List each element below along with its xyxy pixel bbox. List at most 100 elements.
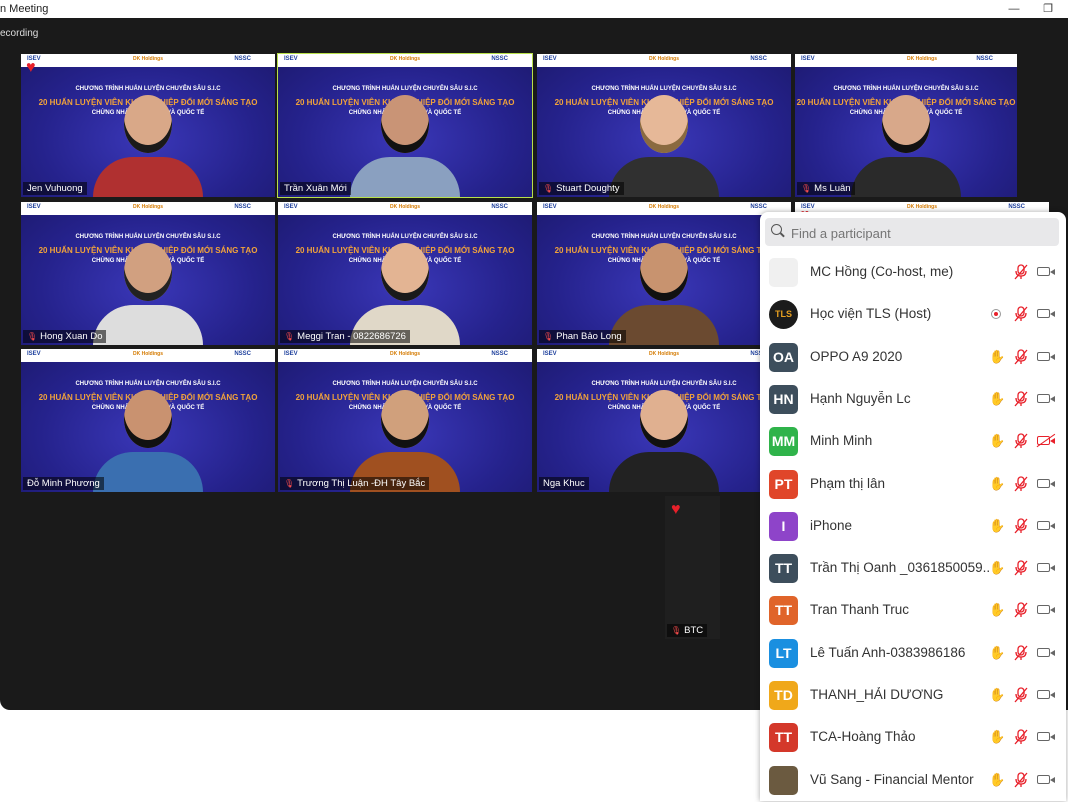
sponsor-logo-strip: ISEV DK Holdings NSSC xyxy=(21,54,275,67)
mic-muted-icon[interactable] xyxy=(1014,475,1028,492)
video-camera-icon[interactable] xyxy=(1037,563,1055,573)
video-camera-icon[interactable] xyxy=(1037,732,1055,742)
participant-avatar: TT xyxy=(769,723,798,753)
mic-muted-icon[interactable] xyxy=(1014,771,1028,788)
participant-video xyxy=(78,372,218,492)
raised-hand-icon: ✋ xyxy=(989,687,1006,702)
mic-muted-icon[interactable] xyxy=(1014,348,1028,365)
mic-muted-icon[interactable] xyxy=(1014,433,1028,449)
participant-name: Trần Xuân Mới xyxy=(284,183,347,194)
participant-avatar xyxy=(769,765,798,795)
participant-name-label: Nga Khuc xyxy=(539,477,589,490)
video-camera-icon[interactable] xyxy=(1037,267,1055,276)
mic-muted-icon[interactable] xyxy=(1014,645,1028,661)
participant-video xyxy=(594,77,734,197)
participant-list-name: Minh Minh xyxy=(810,433,873,449)
participant-search-input[interactable] xyxy=(789,225,1053,242)
participant-name-label: 🎙 Hong Xuan Do xyxy=(23,330,107,343)
video-tile[interactable]: ISEV DK Holdings NSSC CHƯƠNG TRÌNH HUẤN … xyxy=(21,202,275,345)
participant-row[interactable]: TT TCA-Hoàng Thảo ✋ xyxy=(760,717,1066,759)
video-tile[interactable]: ♥ 🎙 BTC xyxy=(665,496,720,639)
raised-hand-icon: ✋ xyxy=(989,433,1006,449)
video-tile[interactable]: ISEV DK Holdings NSSC CHƯƠNG TRÌNH HUẤN … xyxy=(537,202,791,345)
sponsor-logo-strip: ISEV DK Holdings NSSC xyxy=(278,349,532,362)
video-camera-icon[interactable] xyxy=(1037,774,1055,784)
participant-row[interactable]: MC Hồng (Co-host, me) xyxy=(760,252,1066,294)
minimize-button[interactable]: — xyxy=(1002,0,1026,18)
mic-muted-icon[interactable] xyxy=(1014,729,1028,745)
mic-muted-icon[interactable] xyxy=(1014,687,1028,703)
mic-muted-icon[interactable] xyxy=(1014,264,1028,280)
video-camera-icon[interactable] xyxy=(1037,647,1055,657)
participant-video xyxy=(78,77,218,197)
nssc-logo: NSSC xyxy=(976,56,993,62)
participant-name-label: 🎙 Meggi Tran - 0822686726 xyxy=(280,330,410,343)
video-off-icon[interactable] xyxy=(1037,436,1055,446)
video-tile[interactable]: ISEV DK Holdings NSSC CHƯƠNG TRÌNH HUẤN … xyxy=(278,349,532,492)
participant-avatar: MM xyxy=(769,427,798,457)
participant-list-name: Học viện TLS (Host) xyxy=(810,306,932,322)
nssc-logo: NSSC xyxy=(234,351,251,357)
raised-hand-icon: ✋ xyxy=(989,771,1006,787)
raised-hand-icon: ✋ xyxy=(989,560,1006,576)
participant-video xyxy=(594,372,734,492)
video-camera-icon[interactable] xyxy=(1037,309,1055,319)
participant-row[interactable]: HN Hạnh Nguyễn Lc ✋ xyxy=(760,379,1066,421)
participant-row[interactable]: LT Lê Tuấn Anh-0383986186 ✋ xyxy=(760,633,1066,675)
participant-search-box[interactable] xyxy=(765,218,1059,246)
mic-muted-icon: 🎙 xyxy=(543,332,554,341)
participant-row[interactable]: TLS Học viện TLS (Host) xyxy=(760,294,1066,336)
participant-row[interactable]: IiPhone ✋ xyxy=(760,506,1066,548)
mic-muted-icon[interactable] xyxy=(1014,518,1028,534)
raised-hand-icon: ✋ xyxy=(989,644,1006,660)
participant-name-label: Trần Xuân Mới xyxy=(280,182,351,195)
raised-hand-icon: ✋ xyxy=(989,517,1006,533)
sponsor-logo-strip: ISEV DK Holdings NSSC xyxy=(537,54,791,67)
video-tile[interactable]: ISEV DK Holdings NSSC CHƯƠNG TRÌNH HUẤN … xyxy=(537,54,791,197)
video-tile[interactable]: ISEV DK Holdings NSSC CHƯƠNG TRÌNH HUẤN … xyxy=(795,54,1017,197)
nssc-logo: NSSC xyxy=(750,56,767,62)
video-camera-icon[interactable] xyxy=(1037,605,1055,615)
video-tile[interactable]: ISEV DK Holdings NSSC CHƯƠNG TRÌNH HUẤN … xyxy=(278,202,532,345)
nssc-logo: NSSC xyxy=(234,56,251,62)
participant-name: Đỗ Minh Phương xyxy=(27,478,100,489)
participant-row[interactable]: OA OPPO A9 2020 ✋ xyxy=(760,337,1066,379)
participant-avatar: LT xyxy=(769,638,798,668)
participant-name: Ms Luân xyxy=(814,183,851,194)
participant-row[interactable]: MM Minh Minh ✋ xyxy=(760,421,1066,463)
video-camera-icon[interactable] xyxy=(1037,520,1055,530)
video-camera-icon[interactable] xyxy=(1037,478,1055,488)
participant-row[interactable]: PT Phạm thị lân ✋ xyxy=(760,464,1066,506)
video-tile[interactable]: ISEV DK Holdings NSSC CHƯƠNG TRÌNH HUẤN … xyxy=(21,349,275,492)
video-tile[interactable]: ISEV DK Holdings NSSC CHƯƠNG TRÌNH HUẤN … xyxy=(21,54,275,197)
isev-logo: ISEV xyxy=(543,204,557,210)
participant-video xyxy=(594,225,734,345)
video-camera-icon[interactable] xyxy=(1037,690,1055,699)
restore-button[interactable]: ❐ xyxy=(1036,0,1060,18)
video-camera-icon[interactable] xyxy=(1037,351,1055,361)
holdings-logo: DK Holdings xyxy=(649,204,679,210)
mic-muted-icon[interactable] xyxy=(1014,560,1028,576)
mic-muted-icon[interactable] xyxy=(1014,391,1028,407)
isev-logo: ISEV xyxy=(27,204,41,210)
mic-muted-icon[interactable] xyxy=(1014,602,1028,618)
sponsor-logo-strip: ISEV DK Holdings NSSC xyxy=(21,202,275,215)
mic-muted-icon[interactable] xyxy=(1014,306,1028,322)
participant-video xyxy=(335,77,475,197)
participant-row[interactable]: TT Tran Thanh Truc ✋ xyxy=(760,590,1066,632)
video-camera-icon[interactable] xyxy=(1037,393,1055,403)
participant-row[interactable]: Vũ Sang - Financial Mentor ✋ xyxy=(760,760,1066,802)
nssc-logo: NSSC xyxy=(750,204,767,210)
video-tile[interactable]: ISEV DK Holdings NSSC CHƯƠNG TRÌNH HUẤN … xyxy=(537,349,791,492)
participant-row[interactable]: TD THANH_HẢI DƯƠNG ✋ xyxy=(760,675,1066,717)
isev-logo: ISEV xyxy=(284,56,298,62)
participant-name: Nga Khuc xyxy=(543,478,585,489)
nssc-logo: NSSC xyxy=(491,351,508,357)
search-icon xyxy=(771,224,782,235)
isev-logo: ISEV xyxy=(284,351,298,357)
participant-name: Trương Thị Luận -ĐH Tây Bắc xyxy=(297,478,426,489)
video-tile[interactable]: ISEV DK Holdings NSSC CHƯƠNG TRÌNH HUẤN … xyxy=(277,53,533,198)
participant-row[interactable]: TT Trần Thị Oanh _0361850059... ✋ xyxy=(760,548,1066,590)
window-title: n Meeting xyxy=(0,3,49,15)
participant-name-label: 🎙 Phan Bảo Long xyxy=(539,330,626,343)
